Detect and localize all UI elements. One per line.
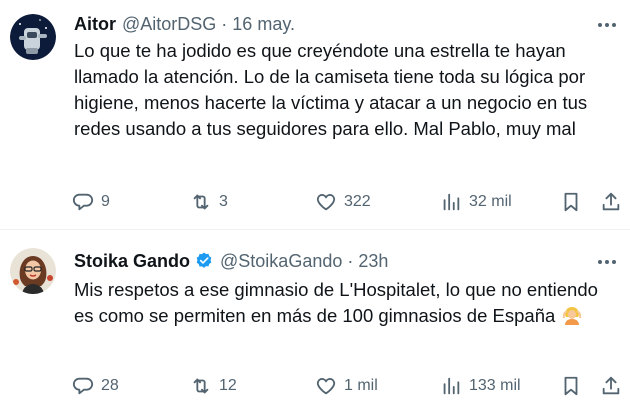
timestamp[interactable]: 23h	[358, 251, 388, 272]
separator: ·	[221, 13, 228, 34]
tweet-header: Stoika Gando @StoikaGando · 23h	[74, 250, 388, 272]
separator: ·	[347, 250, 354, 271]
retweet-button[interactable]: 3	[190, 187, 228, 217]
bookmark-button[interactable]	[560, 187, 582, 217]
robot-avatar-icon	[10, 14, 56, 60]
person-gesturing-ok-emoji-icon	[563, 307, 582, 325]
reply-button[interactable]: 28	[72, 371, 119, 401]
share-icon	[602, 192, 620, 211]
tweet-header: Aitor @AitorDSG · 16 may.	[74, 13, 295, 35]
tweet-text: Lo que te ha jodido es que creyéndote un…	[74, 40, 588, 139]
retweet-count: 12	[219, 377, 237, 394]
verified-icon[interactable]	[194, 251, 214, 271]
view-count: 133 mil	[469, 377, 521, 394]
retweet-icon	[193, 378, 209, 394]
retweet-count: 3	[219, 193, 228, 210]
avatar[interactable]	[10, 248, 56, 294]
views-button[interactable]: 32 mil	[440, 187, 512, 217]
woman-avatar-icon	[10, 248, 56, 294]
share-icon	[602, 376, 620, 395]
tweet-text: Mis respetos a ese gimnasio de L'Hospita…	[74, 277, 622, 329]
handle[interactable]: @StoikaGando	[220, 251, 342, 272]
share-button[interactable]	[600, 187, 622, 217]
tweet-actions: 9 3 322 32 mil	[70, 187, 630, 217]
views-icon	[443, 377, 460, 395]
more-button[interactable]	[592, 14, 622, 36]
reply-icon	[73, 193, 93, 211]
like-button[interactable]: 322	[315, 187, 371, 217]
view-count: 32 mil	[469, 193, 512, 210]
tweet-text-content: Mis respetos a ese gimnasio de L'Hospita…	[74, 279, 598, 326]
retweet-button[interactable]: 12	[190, 371, 237, 401]
like-icon	[316, 194, 336, 211]
like-button[interactable]: 1 mil	[315, 371, 378, 401]
more-icon	[598, 260, 616, 264]
bookmark-icon	[564, 192, 578, 212]
share-button[interactable]	[600, 371, 622, 401]
display-name[interactable]: Aitor	[74, 14, 116, 35]
bookmark-button[interactable]	[560, 371, 582, 401]
handle[interactable]: @AitorDSG	[122, 14, 216, 35]
tweet-actions: 28 12 1 mil 133 mil	[70, 371, 630, 401]
views-button[interactable]: 133 mil	[440, 371, 521, 401]
like-count: 322	[344, 193, 371, 210]
reply-count: 9	[101, 193, 110, 210]
reply-icon	[73, 377, 93, 395]
avatar[interactable]	[10, 14, 56, 60]
timestamp[interactable]: 16 may.	[232, 14, 295, 35]
bookmark-icon	[564, 376, 578, 396]
retweet-icon	[193, 194, 209, 210]
like-count: 1 mil	[344, 377, 378, 394]
like-icon	[316, 378, 336, 395]
more-icon	[598, 23, 616, 27]
display-name[interactable]: Stoika Gando	[74, 251, 190, 272]
reply-count: 28	[101, 377, 119, 394]
views-icon	[443, 193, 460, 211]
reply-button[interactable]: 9	[72, 187, 110, 217]
more-button[interactable]	[592, 251, 622, 273]
tweet[interactable]: Stoika Gando @StoikaGando · 23h Mis resp…	[0, 230, 630, 414]
tweet[interactable]: Aitor @AitorDSG · 16 may. Lo que te ha j…	[0, 0, 630, 229]
